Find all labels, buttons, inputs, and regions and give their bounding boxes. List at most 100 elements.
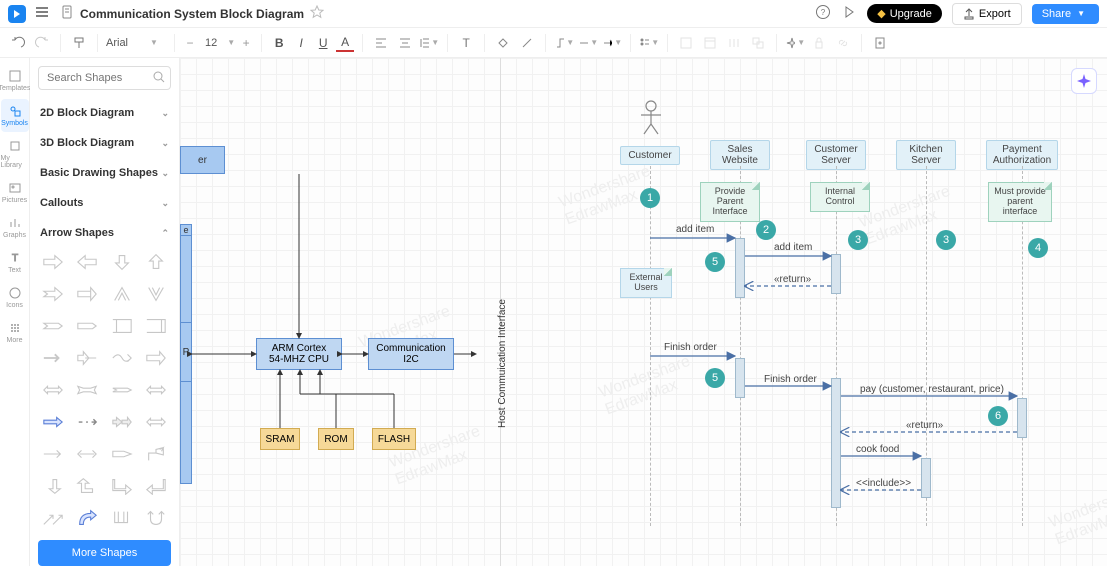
menu-icon[interactable] — [34, 4, 50, 23]
rail-text[interactable]: TText — [1, 246, 29, 279]
hyperlink-button[interactable] — [833, 33, 853, 53]
app-logo[interactable] — [8, 5, 26, 23]
text-color-button[interactable]: A — [336, 34, 354, 52]
arrow-shape[interactable] — [38, 280, 68, 308]
rail-mylibrary[interactable]: My Library — [1, 134, 29, 174]
category-callouts[interactable]: Callouts⌄ — [30, 188, 179, 218]
connector-button[interactable]: ▼ — [554, 33, 574, 53]
rail-templates[interactable]: Templates — [1, 64, 29, 97]
line-color-button[interactable] — [517, 33, 537, 53]
category-arrow-shapes[interactable]: Arrow Shapes⌃ — [30, 218, 179, 248]
arrow-shape[interactable] — [72, 344, 102, 372]
share-button[interactable]: Share ▼ — [1032, 4, 1099, 24]
arrow-shape[interactable] — [38, 312, 68, 340]
redo-button[interactable] — [32, 33, 52, 53]
arrow-shape-up[interactable] — [141, 248, 171, 276]
block-p[interactable]: P — [180, 322, 192, 382]
star-icon[interactable] — [310, 5, 324, 22]
arrow-shape[interactable] — [141, 376, 171, 404]
line-style-button[interactable]: ▼ — [578, 33, 598, 53]
note-internal[interactable]: Internal Control — [810, 182, 870, 212]
activation[interactable] — [1017, 398, 1027, 438]
activation[interactable] — [921, 458, 931, 498]
category-3d-block[interactable]: 3D Block Diagram⌄ — [30, 128, 179, 158]
lifeline-customer[interactable]: Customer — [620, 146, 680, 165]
font-size-increase[interactable]: + — [239, 36, 253, 50]
arrow-shape[interactable] — [107, 312, 137, 340]
arrow-shape[interactable] — [72, 440, 102, 468]
arrow-start-button[interactable]: ▼ — [602, 33, 622, 53]
arrow-shape-selected[interactable] — [38, 408, 68, 436]
arrow-shape[interactable] — [141, 472, 171, 500]
block-flash[interactable]: FLASH — [372, 428, 416, 450]
canvas[interactable]: WondershareEdrawMax WondershareEdrawMax … — [180, 58, 1107, 566]
arrow-shape[interactable] — [107, 408, 137, 436]
chevron-down-icon[interactable]: ▼ — [227, 38, 235, 47]
rail-graphs[interactable]: Graphs — [1, 211, 29, 244]
undo-button[interactable] — [8, 33, 28, 53]
block-cpu[interactable]: ARM Cortex54-MHZ CPU — [256, 338, 342, 370]
arrow-shape[interactable] — [72, 376, 102, 404]
activation[interactable] — [831, 378, 841, 508]
arrow-shape[interactable] — [38, 376, 68, 404]
line-spacing-button[interactable]: ▼ — [419, 33, 439, 53]
category-2d-block[interactable]: 2D Block Diagram⌄ — [30, 98, 179, 128]
arrow-shape[interactable] — [107, 344, 137, 372]
rail-symbols[interactable]: Symbols — [1, 99, 29, 132]
align-center-button[interactable] — [395, 33, 415, 53]
align-left-button[interactable] — [371, 33, 391, 53]
search-shapes-input[interactable] — [38, 66, 171, 90]
arrow-shape[interactable] — [38, 472, 68, 500]
export-button[interactable]: Export — [952, 3, 1022, 25]
activation[interactable] — [831, 254, 841, 294]
arrow-shape-down[interactable] — [107, 248, 137, 276]
lock-button[interactable] — [809, 33, 829, 53]
font-size-value[interactable]: 12 — [201, 37, 221, 49]
arrow-shape[interactable] — [72, 472, 102, 500]
block-er[interactable]: er — [180, 146, 225, 174]
note-external[interactable]: External Users — [620, 268, 672, 298]
rail-pictures[interactable]: Pictures — [1, 176, 29, 209]
arrow-shape[interactable] — [141, 440, 171, 468]
bold-button[interactable]: B — [270, 34, 288, 52]
category-basic-shapes[interactable]: Basic Drawing Shapes⌄ — [30, 158, 179, 188]
play-icon[interactable] — [841, 4, 857, 23]
page-settings-button[interactable] — [870, 33, 890, 53]
rail-icons[interactable]: Icons — [1, 281, 29, 314]
insert-text-button[interactable]: T — [456, 33, 476, 53]
note-must[interactable]: Must provide parent interface — [988, 182, 1052, 222]
arrow-shape[interactable] — [141, 280, 171, 308]
arrow-shape[interactable] — [72, 504, 102, 532]
arrow-shape[interactable] — [107, 472, 137, 500]
format-painter-button[interactable] — [69, 33, 89, 53]
arrow-shape[interactable] — [72, 312, 102, 340]
arrow-shape[interactable] — [38, 504, 68, 532]
insert-container-button[interactable] — [700, 33, 720, 53]
arrow-shape[interactable] — [107, 376, 137, 404]
arrow-shape[interactable] — [141, 504, 171, 532]
font-select[interactable]: Arial ▼ — [106, 37, 166, 49]
group-button[interactable] — [748, 33, 768, 53]
rail-more[interactable]: More — [1, 316, 29, 349]
fill-color-button[interactable] — [493, 33, 513, 53]
arrow-shape[interactable] — [141, 344, 171, 372]
arrow-shape[interactable] — [38, 440, 68, 468]
arrow-shape-right[interactable] — [38, 248, 68, 276]
arrow-shape[interactable] — [72, 408, 102, 436]
block-sram[interactable]: SRAM — [260, 428, 300, 450]
arrow-shape[interactable] — [141, 312, 171, 340]
block-rom[interactable]: ROM — [318, 428, 354, 450]
arrow-shape[interactable] — [72, 280, 102, 308]
arrow-shape[interactable] — [107, 280, 137, 308]
block-comm[interactable]: CommunicationI2C — [368, 338, 454, 370]
activation[interactable] — [735, 358, 745, 398]
distribute-button[interactable] — [724, 33, 744, 53]
arrow-shape-left[interactable] — [72, 248, 102, 276]
arrow-shape[interactable] — [107, 504, 137, 532]
bullet-list-button[interactable]: ▼ — [639, 33, 659, 53]
actor-icon[interactable] — [636, 100, 666, 136]
font-size-decrease[interactable]: − — [183, 36, 197, 50]
block-e[interactable]: e — [180, 224, 192, 236]
help-icon[interactable]: ? — [815, 4, 831, 23]
search-icon[interactable] — [153, 71, 165, 86]
